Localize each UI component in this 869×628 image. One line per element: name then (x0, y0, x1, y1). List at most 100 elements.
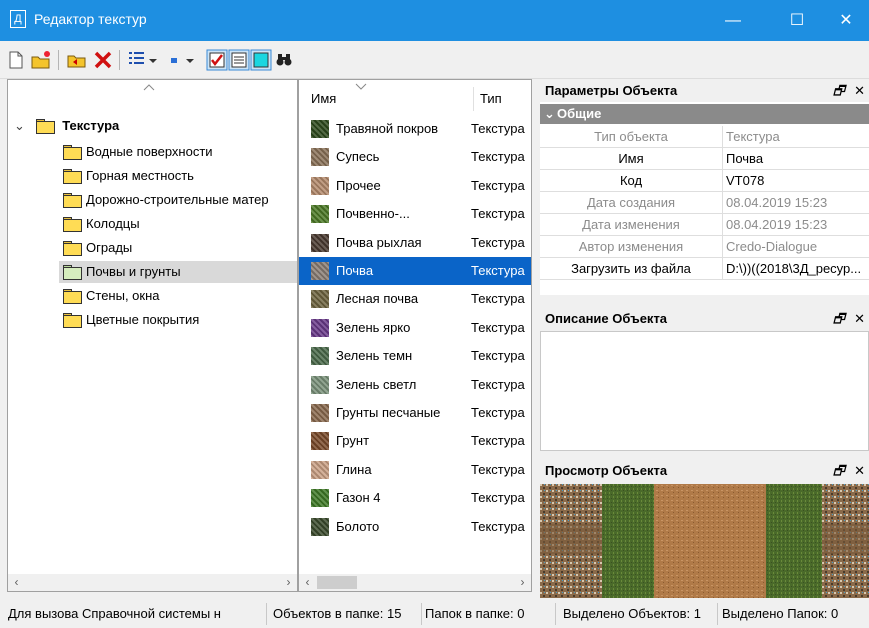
list-item-name: Глина (336, 461, 372, 477)
list-item[interactable]: Болото Текстура (299, 513, 531, 541)
list-item[interactable]: Зелень ярко Текстура (299, 314, 531, 342)
property-value[interactable]: Credo-Dialogue (726, 236, 869, 258)
property-value[interactable]: 08.04.2019 15:23 (726, 192, 869, 214)
undock-icon[interactable]: 🗗 (833, 460, 845, 482)
property-value[interactable]: Текстура (726, 126, 869, 148)
tree-item[interactable]: Колодцы (63, 213, 140, 235)
list-item-type: Текстура (471, 177, 525, 193)
panel-close-icon[interactable]: ✕ (854, 460, 865, 482)
column-header-name[interactable]: Имя (311, 91, 336, 106)
tree-item[interactable]: Почвы и грунты (59, 261, 297, 283)
property-key: Имя (618, 151, 644, 166)
texture-thumbnail (311, 404, 329, 422)
property-key: Автор изменения (578, 239, 684, 254)
scroll-right-arrow-icon[interactable]: › (280, 574, 297, 591)
list-item[interactable]: Почва Текстура (299, 257, 531, 285)
tree-root-label: Текстура (62, 118, 120, 133)
texture-thumbnail (311, 148, 329, 167)
chevron-down-icon[interactable]: ⌄ (544, 104, 555, 124)
list-item[interactable]: Газон 4 Текстура (299, 484, 531, 512)
list-item[interactable]: Зелень темн Текстура (299, 342, 531, 370)
dropdown-arrow-icon[interactable] (146, 49, 160, 71)
list-item-name: Зелень светл (336, 376, 417, 392)
tree-item[interactable]: Цветные покрытия (63, 309, 199, 331)
property-value[interactable]: D:\))((2018\3Д_ресур... (726, 258, 869, 280)
undock-icon[interactable]: 🗗 (833, 308, 845, 330)
property-key: Код (619, 173, 643, 188)
folder-tree-panel[interactable]: ⌄ Текстура Водные поверхности Горная мест… (7, 79, 298, 592)
panel-close-icon[interactable]: ✕ (854, 308, 865, 330)
list-item[interactable]: Супесь Текстура (299, 143, 531, 171)
preview-panel-title: Просмотр Объекта (545, 463, 668, 478)
binoculars-icon[interactable] (273, 49, 295, 71)
column-header-type[interactable]: Тип (480, 91, 502, 106)
small-icon-view-icon[interactable] (163, 49, 185, 71)
column-divider[interactable] (473, 87, 474, 111)
toolbar-separator (119, 50, 120, 70)
tree-item[interactable]: Дорожно-строительные матер (63, 189, 269, 211)
maximize-button[interactable]: ☐ (774, 0, 820, 41)
tree-item[interactable]: Водные поверхности (63, 141, 213, 163)
list-item[interactable]: Глина Текстура (299, 456, 531, 484)
new-folder-icon[interactable] (30, 49, 52, 71)
scroll-left-arrow-icon[interactable]: ‹ (299, 574, 316, 591)
scrollbar-thumb[interactable] (317, 576, 357, 589)
move-up-folder-icon[interactable] (66, 49, 88, 71)
new-file-icon[interactable] (5, 49, 27, 71)
texture-thumbnail (311, 517, 329, 536)
checkbox-icon[interactable] (206, 49, 228, 71)
property-row[interactable]: Загрузить из файла D:\))((2018\3Д_ресур..… (540, 258, 869, 280)
list-horizontal-scrollbar[interactable]: ‹ › (299, 574, 531, 591)
folder-icon (63, 313, 82, 328)
property-row[interactable]: Имя Почва (540, 148, 869, 170)
list-item[interactable]: Прочее Текстура (299, 172, 531, 200)
list-item-type: Текстура (471, 461, 525, 477)
preview-icon[interactable] (250, 49, 272, 71)
list-item-name: Травяной покров (336, 121, 439, 136)
scroll-left-arrow-icon[interactable]: ‹ (8, 574, 25, 591)
property-row[interactable]: Автор изменения Credo-Dialogue (540, 236, 869, 258)
folder-icon (63, 145, 82, 160)
property-value[interactable]: 08.04.2019 15:23 (726, 214, 869, 236)
tree-item[interactable]: Горная местность (63, 165, 194, 187)
property-row[interactable]: Дата создания 08.04.2019 15:23 (540, 192, 869, 214)
list-item[interactable]: Грунт Текстура (299, 427, 531, 455)
property-group-header[interactable]: ⌄ Общие (540, 104, 869, 124)
tree-item-label: Стены, окна (86, 288, 160, 303)
folder-icon (63, 169, 82, 184)
properties-grid: ⌄ Общие Тип объекта Текстура Имя Почва Код VT… (540, 102, 869, 295)
list-item-type: Текстура (471, 490, 525, 506)
dropdown-arrow-icon[interactable] (183, 49, 197, 71)
close-button[interactable]: ✕ (823, 0, 869, 41)
list-item[interactable]: Грунты песчаные Текстура (299, 399, 531, 427)
property-row[interactable]: Код VT078 (540, 170, 869, 192)
tree-horizontal-scrollbar[interactable]: ‹ › (8, 574, 297, 591)
tree-item-label: Водные поверхности (86, 144, 213, 159)
property-value[interactable]: Почва (726, 148, 869, 170)
tree-item[interactable]: Стены, окна (63, 285, 160, 307)
property-value[interactable]: VT078 (726, 170, 869, 192)
list-item[interactable]: Лесная почва Текстура (299, 285, 531, 313)
texture-list-panel[interactable]: Имя Тип Травяной покров Текстура Супесь Тек… (298, 79, 532, 592)
property-row[interactable]: Дата изменения 08.04.2019 15:23 (540, 214, 869, 236)
delete-icon[interactable] (92, 49, 114, 71)
scroll-right-arrow-icon[interactable]: › (514, 574, 531, 591)
minimize-button[interactable]: — (710, 0, 756, 41)
preview-panel-header: Просмотр Объекта 🗗 ✕ (541, 460, 869, 482)
property-key: Дата изменения (582, 217, 680, 232)
tree-item[interactable]: Ограды (63, 237, 132, 259)
property-divider (722, 170, 723, 192)
list-item[interactable]: Почва рыхлая Текстура (299, 229, 531, 257)
list-item[interactable]: Зелень светл Текстура (299, 371, 531, 399)
list-item[interactable]: Травяной покров Текстура (299, 115, 531, 143)
tree-root-textures[interactable]: ⌄ Текстура (14, 115, 119, 137)
property-row[interactable]: Тип объекта Текстура (540, 126, 869, 148)
list-item[interactable]: Почвенно-... Текстура (299, 200, 531, 228)
details-icon[interactable] (228, 49, 250, 71)
view-list-icon[interactable] (126, 49, 148, 71)
description-text-area[interactable] (540, 331, 869, 451)
folder-icon (63, 241, 82, 256)
panel-close-icon[interactable]: ✕ (854, 80, 865, 102)
undock-icon[interactable]: 🗗 (833, 80, 845, 102)
chevron-down-icon[interactable]: ⌄ (14, 115, 32, 137)
